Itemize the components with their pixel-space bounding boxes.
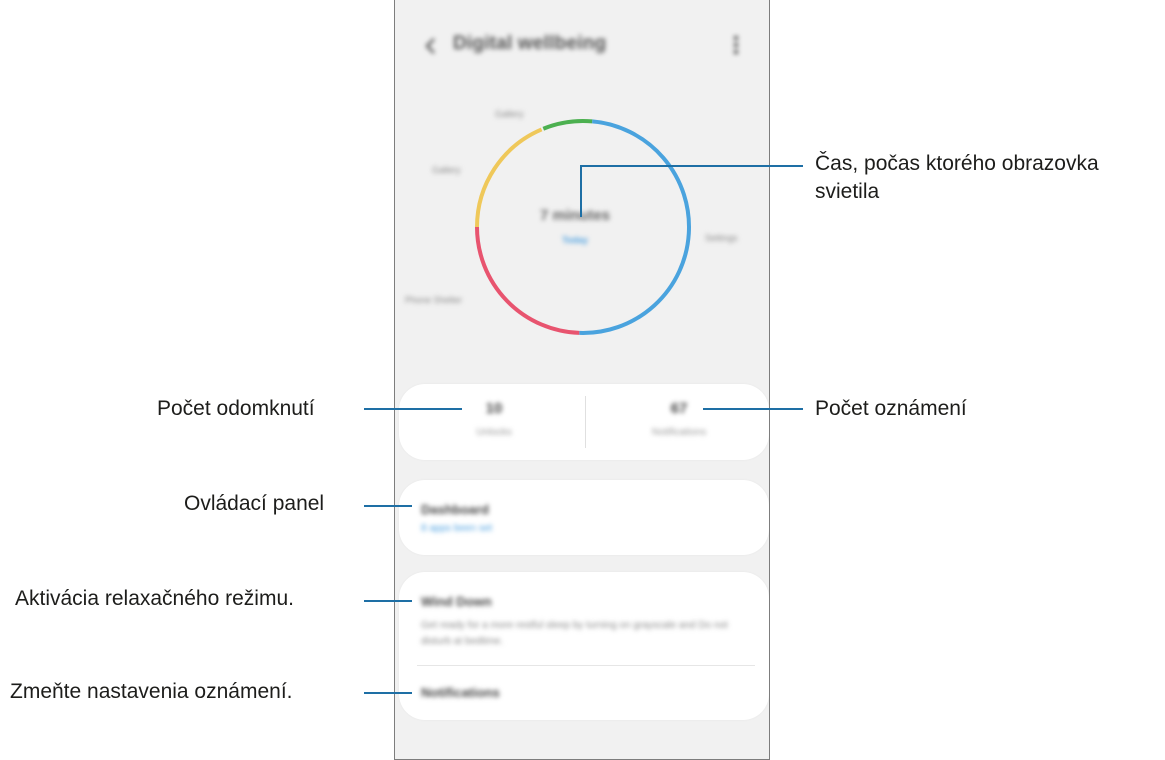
card-divider [417,665,755,666]
stats-divider [585,396,586,448]
screen-time-chart[interactable]: Gallery Gallery Settings Phone Shelter 7… [395,95,769,355]
category-label: Phone Shelter [405,295,463,305]
dashboard-title: Dashboard [421,502,489,517]
back-arrow-icon[interactable] [421,34,441,58]
donut-chart [475,119,691,335]
stats-card: 10 Unlocks 67 Notifications [399,384,769,460]
app-bar: Digital wellbeing [395,22,769,70]
donut-segment-green [542,119,593,131]
more-vert-icon[interactable] [731,34,741,58]
category-label: Gallery [495,109,524,119]
callout-unlocks: Počet odomknutí [157,397,315,420]
callout-notifications-count: Počet oznámení [815,397,967,420]
settings-card: Wind Down Get ready for a more restful s… [399,572,769,720]
dashboard-subtitle: 8 apps been set [421,523,493,534]
donut-segment-blue [579,119,691,335]
callout-line [364,408,462,410]
callout-dashboard: Ovládací panel [184,492,325,515]
callout-notification-settings: Zmeňte nastavenia oznámení. [10,680,293,703]
wind-down-title[interactable]: Wind Down [421,594,492,609]
category-label: Settings [705,233,738,243]
screen-time-period-link[interactable]: Today [545,235,605,245]
callout-line [580,165,803,167]
callout-line [580,165,582,217]
category-label: Gallery [432,165,461,175]
unlocks-stat[interactable]: 10 Unlocks [419,400,569,438]
callout-line [364,692,412,694]
callout-wind-down: Aktivácia relaxačného režimu. [15,587,294,610]
phone-screen: Digital wellbeing Gallery Gallery Settin… [394,0,770,760]
callout-line [364,505,412,507]
wind-down-description: Get ready for a more restful sleep by tu… [421,620,728,647]
callout-screen-time: Čas, počas ktorého obrazovka svietila [815,152,1099,203]
notifications-label: Notifications [651,427,707,438]
app-title: Digital wellbeing [453,33,607,54]
callout-line [364,600,412,602]
screen-time-total: 7 minutes [539,207,611,224]
dashboard-card[interactable]: Dashboard 8 apps been set [399,480,769,555]
unlocks-label: Unlocks [476,427,512,438]
callout-line [703,408,803,410]
notifications-stat[interactable]: 67 Notifications [604,400,754,438]
notifications-title[interactable]: Notifications [421,685,500,700]
